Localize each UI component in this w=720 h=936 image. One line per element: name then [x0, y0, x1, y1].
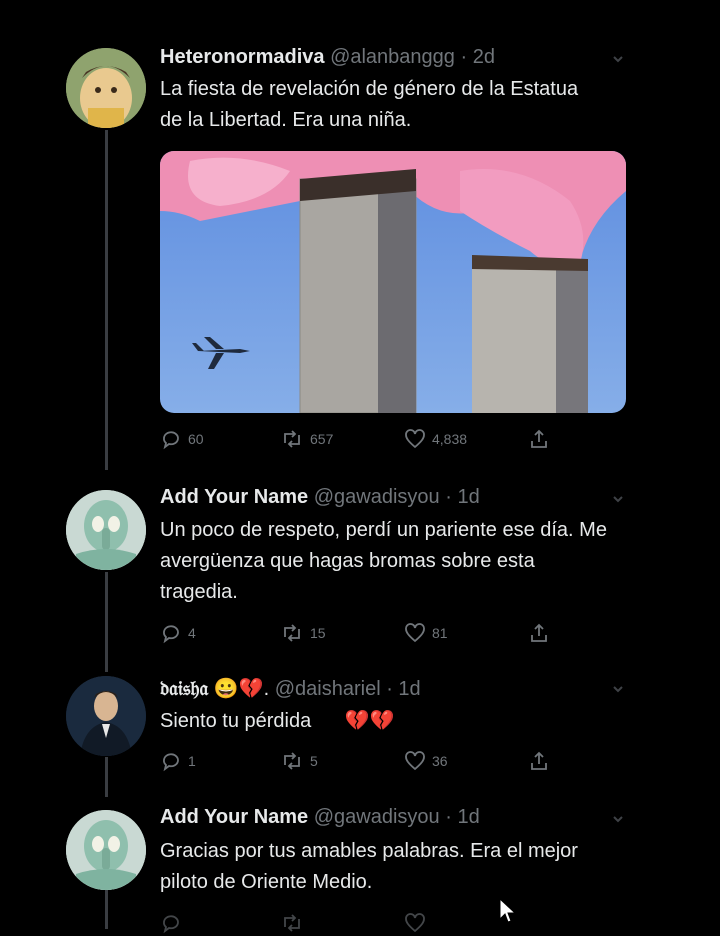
retweet-button[interactable]: 5: [280, 750, 318, 772]
retweet-icon: [284, 624, 300, 642]
tweet-text: La fiesta de revelación de género de la …: [160, 78, 579, 131]
reply-count: 60: [188, 431, 204, 447]
heart-icon: [405, 429, 425, 449]
reply-count: 4: [188, 625, 196, 641]
tweet[interactable]: Add Your Name @gawadisyou · 1d Gracias p…: [0, 800, 720, 934]
reply-button[interactable]: 4: [160, 622, 196, 644]
tweet-header: Add Your Name @gawadisyou · 1d: [160, 806, 480, 829]
avatar[interactable]: [66, 48, 146, 128]
retweet-count: 657: [310, 431, 334, 447]
display-name[interactable]: Add Your Name: [160, 486, 308, 508]
display-name[interactable]: Heteronormadiva: [160, 46, 325, 68]
broken-heart-emoji: 💔💔: [344, 710, 395, 732]
share-icon: [531, 751, 547, 770]
squidward-icon: [66, 490, 146, 570]
username[interactable]: @daishariel: [275, 678, 381, 700]
heart-icon: [405, 751, 425, 771]
cartoon-character-icon: [66, 48, 146, 128]
tweet[interactable]: Heteronormadiva @alanbanggg · 2d La fies…: [0, 0, 720, 470]
avatar[interactable]: [66, 490, 146, 570]
tweet[interactable]: 𝔡𝔞𝔦𝔰𝔥𝔞 😀💔. @daishariel · 1d Siento tu pé…: [0, 660, 720, 800]
username[interactable]: @gawadisyou: [314, 486, 440, 508]
tweet-text-content: Siento tu pérdida: [160, 710, 312, 732]
retweet-button[interactable]: 657: [280, 428, 333, 450]
like-button[interactable]: 81: [404, 622, 448, 644]
share-button[interactable]: [528, 750, 550, 772]
like-count: 36: [432, 753, 448, 769]
man-in-suit-icon: [66, 676, 146, 756]
tweet[interactable]: Add Your Name @gawadisyou · 1d Un poco d…: [0, 470, 720, 660]
chevron-down-icon[interactable]: [612, 682, 624, 694]
reply-button[interactable]: [160, 912, 182, 934]
mouse-cursor-icon: [499, 898, 516, 923]
timestamp[interactable]: · 1d: [445, 486, 479, 508]
timestamp[interactable]: · 1d: [445, 806, 479, 828]
avatar[interactable]: [66, 810, 146, 890]
like-button[interactable]: [404, 912, 426, 934]
username[interactable]: @gawadisyou: [314, 806, 440, 828]
display-name-emoji: 😀💔.: [213, 678, 270, 700]
tweet-actions: 1 5 36: [160, 750, 560, 774]
display-name[interactable]: Add Your Name: [160, 806, 308, 828]
heart-icon: [405, 623, 425, 643]
reply-button[interactable]: 1: [160, 750, 196, 772]
like-button[interactable]: 4,838: [404, 428, 467, 450]
tweet-text: Siento tu pérdida 💔💔: [160, 706, 600, 737]
reply-icon: [163, 431, 179, 450]
squidward-icon: [66, 810, 146, 890]
reply-icon: [163, 915, 179, 934]
timestamp[interactable]: · 1d: [386, 678, 420, 700]
like-count: 4,838: [432, 431, 468, 447]
like-count: 81: [432, 625, 448, 641]
retweet-icon: [284, 752, 300, 770]
share-icon: [531, 623, 547, 642]
tweet-actions: 4 15 81: [160, 622, 560, 646]
chevron-down-icon[interactable]: [612, 52, 624, 64]
reply-icon: [163, 625, 179, 644]
avatar[interactable]: [66, 676, 146, 756]
share-button[interactable]: [528, 428, 550, 450]
retweet-count: 15: [310, 625, 326, 641]
tweet-actions: 60 657 4,838: [160, 428, 560, 452]
retweet-icon: [284, 430, 300, 448]
tweet-text: Un poco de respeto, perdí un pariente es…: [160, 519, 607, 603]
share-button[interactable]: [528, 622, 550, 644]
heart-icon: [405, 913, 425, 933]
chevron-down-icon[interactable]: [612, 812, 624, 824]
tweet-header: 𝔡𝔞𝔦𝔰𝔥𝔞 😀💔. @daishariel · 1d: [160, 676, 421, 701]
display-name[interactable]: 𝔡𝔞𝔦𝔰𝔥𝔞: [160, 678, 208, 700]
reply-count: 1: [188, 753, 196, 769]
like-button[interactable]: 36: [404, 750, 448, 772]
tweet-header: Heteronormadiva @alanbanggg · 2d: [160, 46, 495, 69]
username[interactable]: @alanbanggg: [330, 46, 455, 68]
retweet-count: 5: [310, 753, 318, 769]
retweet-icon: [284, 914, 300, 932]
chevron-down-icon[interactable]: [612, 492, 624, 504]
reply-icon: [163, 753, 179, 772]
retweet-button[interactable]: [280, 912, 304, 934]
tweet-text: Gracias por tus amables palabras. Era el…: [160, 840, 578, 893]
reply-button[interactable]: 60: [160, 428, 204, 450]
timestamp[interactable]: · 2d: [460, 46, 494, 68]
share-icon: [531, 429, 547, 448]
tweet-header: Add Your Name @gawadisyou · 1d: [160, 486, 480, 509]
retweet-button[interactable]: 15: [280, 622, 326, 644]
tweet-image[interactable]: [160, 151, 626, 413]
